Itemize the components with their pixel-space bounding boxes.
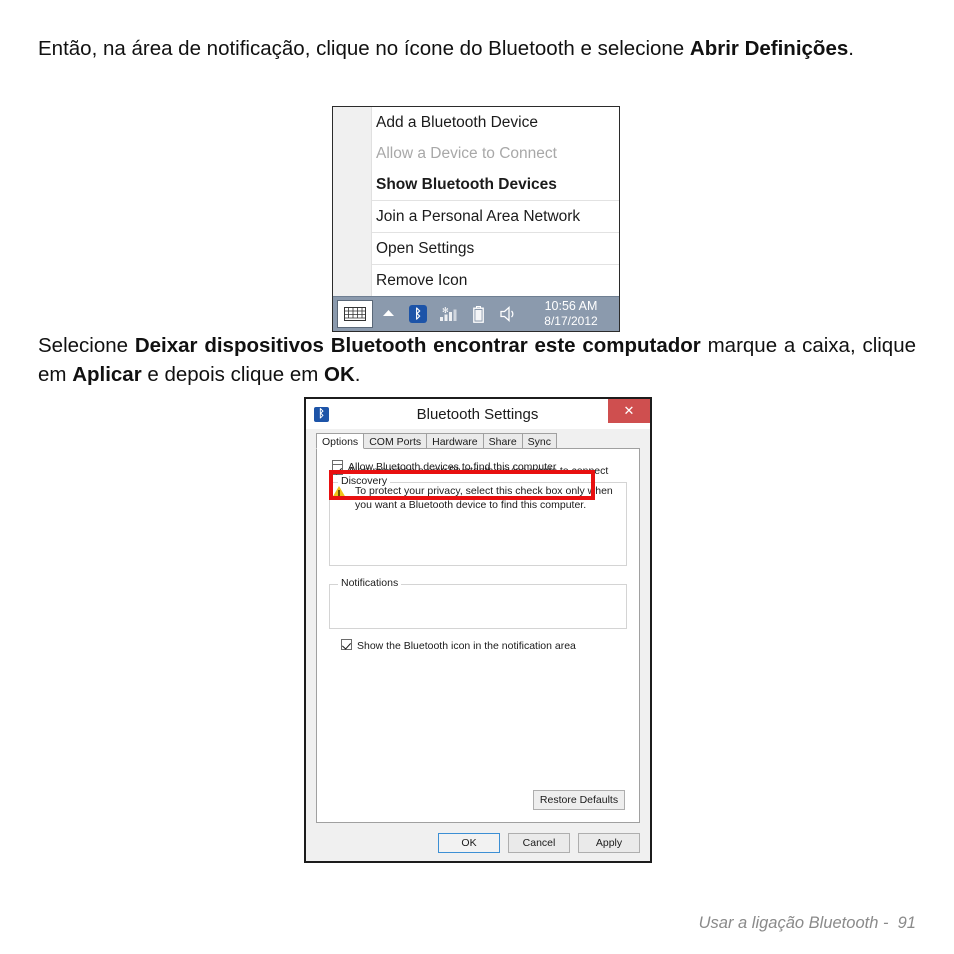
menu-item-show-bluetooth-devices[interactable]: Show Bluetooth Devices bbox=[371, 169, 619, 200]
warning-icon bbox=[332, 486, 346, 498]
menu-item-add-a-bluetooth-device[interactable]: Add a Bluetooth Device bbox=[371, 107, 619, 138]
alert-on-new-device-checkbox-row[interactable]: Alert me when a new Bluetooth device wan… bbox=[332, 464, 608, 478]
paragraph-2-text-part-4: . bbox=[354, 363, 361, 386]
bluetooth-settings-dialog: ᛒ Bluetooth Settings ✕ Options COM Ports… bbox=[304, 397, 652, 863]
page-footer: Usar a ligação Bluetooth - 91 bbox=[698, 914, 916, 932]
context-menu-gutter bbox=[333, 107, 372, 296]
tab-hardware[interactable]: Hardware bbox=[426, 433, 484, 449]
notifications-group-label: Notifications bbox=[338, 577, 402, 590]
dialog-body: Options COM Ports Hardware Share Sync Di… bbox=[306, 429, 650, 861]
show-tray-icon-checkbox-row[interactable]: Show the Bluetooth icon in the notificat… bbox=[341, 639, 576, 653]
privacy-warning-text: To protect your privacy, select this che… bbox=[355, 485, 613, 511]
close-button[interactable]: ✕ bbox=[608, 399, 650, 423]
alert-on-new-device-label: Alert me when a new Bluetooth device wan… bbox=[348, 465, 609, 477]
speaker-icon-glyph bbox=[499, 306, 513, 322]
menu-item-open-settings[interactable]: Open Settings bbox=[371, 233, 619, 264]
dialog-footer-buttons: OK Cancel Apply bbox=[438, 833, 640, 853]
tray-bluetooth-icon[interactable]: ᛒ bbox=[403, 305, 433, 323]
menu-item-allow-a-device-to-connect: Allow a Device to Connect bbox=[376, 145, 557, 162]
menu-item-remove-icon[interactable]: Remove Icon bbox=[371, 265, 619, 296]
tab-com-ports[interactable]: COM Ports bbox=[363, 433, 428, 449]
taskbar-clock[interactable]: 10:56 AM 8/17/2012 bbox=[529, 299, 613, 329]
tray-battery-icon[interactable] bbox=[463, 305, 493, 323]
menu-item-join-a-personal-area-network[interactable]: Join a Personal Area Network bbox=[371, 201, 619, 232]
dialog-tabstrip: Options COM Ports Hardware Share Sync bbox=[316, 431, 558, 449]
tab-sync[interactable]: Sync bbox=[521, 433, 558, 449]
battery-icon-glyph bbox=[472, 305, 484, 323]
bluetooth-tray-context-menu: Add a Bluetooth Device Allow a Device to… bbox=[332, 106, 620, 332]
bluetooth-glyph: ᛒ bbox=[409, 305, 427, 323]
svg-text:✻: ✻ bbox=[442, 306, 449, 315]
dialog-titlebar: ᛒ Bluetooth Settings ✕ bbox=[306, 399, 650, 429]
tab-options[interactable]: Options bbox=[316, 433, 365, 449]
paragraph-2-bold-ok: OK bbox=[324, 363, 355, 386]
checkbox-icon[interactable] bbox=[332, 464, 343, 475]
paragraph-1-text-part-1: Então, na área de notificação, clique no… bbox=[38, 37, 690, 60]
notifications-groupbox: Notifications bbox=[329, 577, 627, 629]
tab-share[interactable]: Share bbox=[482, 433, 523, 449]
paragraph-2-bold-apply: Aplicar bbox=[72, 363, 142, 386]
instruction-paragraph-1: Então, na área de notificação, clique no… bbox=[38, 34, 916, 63]
keyboard-icon[interactable] bbox=[337, 300, 373, 328]
checkbox-icon[interactable] bbox=[341, 639, 352, 650]
tray-network-icon[interactable]: ✻ bbox=[433, 306, 463, 322]
clock-time: 10:56 AM bbox=[544, 299, 598, 313]
windows-taskbar-notification-area: ᛒ ✻ 10:56 AM 8/17/2012 bbox=[333, 296, 619, 331]
show-tray-icon-label: Show the Bluetooth icon in the notificat… bbox=[357, 640, 576, 652]
tray-volume-icon[interactable] bbox=[493, 306, 523, 322]
dialog-title: Bluetooth Settings bbox=[416, 405, 539, 423]
privacy-warning-row: To protect your privacy, select this che… bbox=[332, 485, 627, 512]
instruction-paragraph-2: Selecione Deixar dispositivos Bluetooth … bbox=[38, 331, 916, 389]
paragraph-2-bold-allow-devices: Deixar dispositivos Bluetooth encontrar … bbox=[134, 334, 701, 357]
chevron-up-icon-glyph bbox=[382, 309, 394, 316]
paragraph-2-text-part-3: e depois clique em bbox=[141, 363, 325, 386]
paragraph-1-text-part-2: . bbox=[848, 37, 854, 60]
cancel-button[interactable]: Cancel bbox=[508, 833, 570, 853]
paragraph-1-bold-open-settings: Abrir Definições bbox=[689, 37, 849, 60]
restore-defaults-button[interactable]: Restore Defaults bbox=[533, 790, 625, 810]
show-hidden-icons-chevron-icon[interactable] bbox=[373, 309, 403, 320]
network-signal-icon-glyph: ✻ bbox=[440, 306, 457, 321]
paragraph-2-text-part-1: Selecione bbox=[38, 334, 135, 357]
apply-button[interactable]: Apply bbox=[578, 833, 640, 853]
options-tab-panel: Discovery Allow Bluetooth devices to fin… bbox=[316, 448, 640, 823]
clock-date: 8/17/2012 bbox=[544, 314, 598, 328]
context-menu-body: Add a Bluetooth Device Allow a Device to… bbox=[333, 107, 619, 296]
ok-button[interactable]: OK bbox=[438, 833, 500, 853]
keyboard-icon-glyph bbox=[344, 307, 366, 321]
